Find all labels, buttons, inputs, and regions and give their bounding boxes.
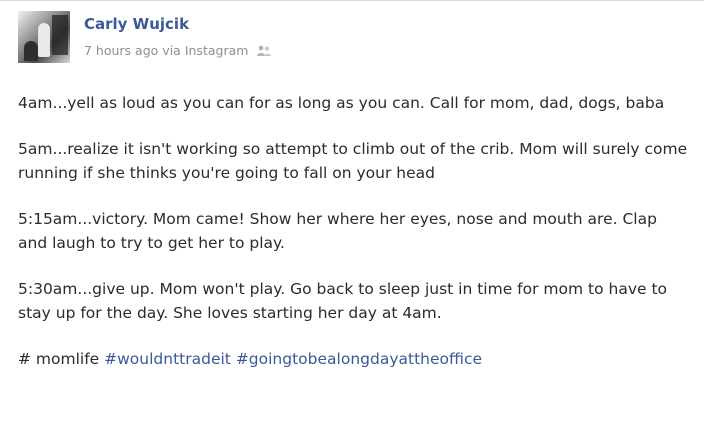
- facebook-post: Carly Wujcik 7 hours ago via Instagram 4…: [0, 0, 704, 427]
- post-paragraph: 5am...realize it isn't working so attemp…: [18, 140, 688, 182]
- via-app-link[interactable]: Instagram: [185, 43, 249, 58]
- hashtag-momlife: # momlife: [18, 350, 100, 368]
- profile-avatar[interactable]: [18, 11, 70, 63]
- post-meta: 7 hours ago via Instagram: [84, 43, 272, 58]
- friends-audience-icon[interactable]: [256, 45, 272, 57]
- hashtag-line: # momlife #wouldnttradeit #goingtobealon…: [18, 347, 688, 371]
- post-paragraph: 5:30am...give up. Mom won't play. Go bac…: [18, 280, 668, 322]
- post-paragraph: 4am...yell as loud as you can for as lon…: [18, 94, 665, 112]
- hashtag-goingtobealongdayattheoffice[interactable]: #goingtobealongdayattheoffice: [236, 350, 482, 368]
- hashtag-wouldnttradeit[interactable]: #wouldnttradeit: [104, 350, 231, 368]
- post-timestamp[interactable]: 7 hours ago: [84, 43, 158, 58]
- via-label: via: [162, 43, 181, 58]
- author-name-link[interactable]: Carly Wujcik: [84, 15, 189, 33]
- post-body: 4am...yell as loud as you can for as lon…: [18, 91, 688, 371]
- post-paragraph: 5:15am...victory. Mom came! Show her whe…: [18, 210, 657, 252]
